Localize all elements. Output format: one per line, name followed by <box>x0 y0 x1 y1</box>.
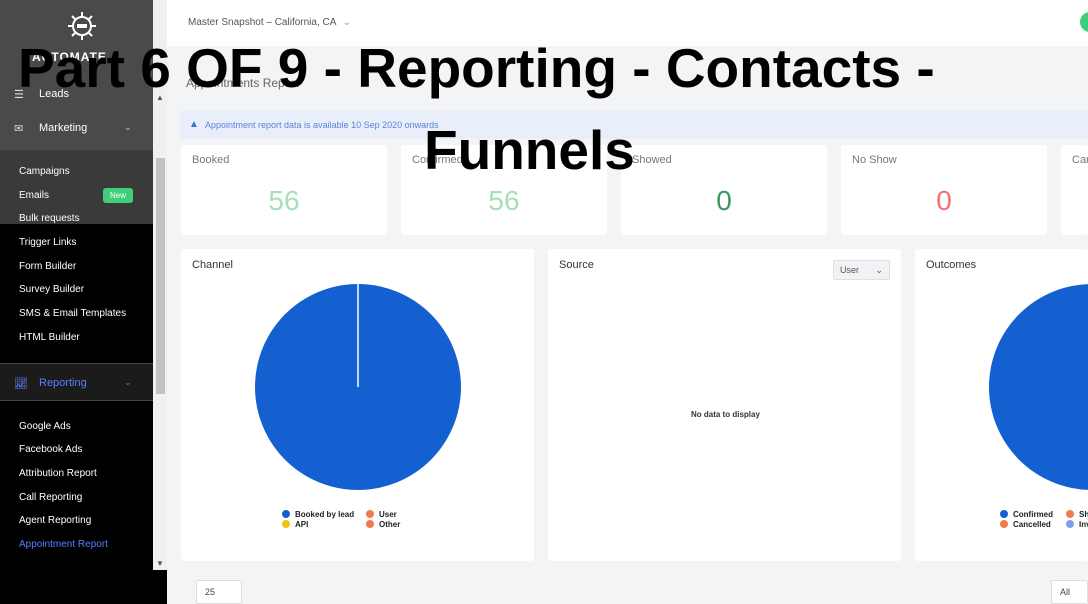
mail-icon: ✉ <box>14 122 24 135</box>
scroll-down-icon[interactable]: ▼ <box>156 559 164 568</box>
stat-value: 0 <box>936 185 952 216</box>
stat-value: 0 <box>716 185 732 216</box>
location-selector[interactable]: Master Snapshot – California, CA ⌄ <box>188 17 351 28</box>
sidebar-item-label: Reporting <box>39 377 87 389</box>
select-value: 25 <box>205 587 216 597</box>
no-data-message: No data to display <box>691 410 760 419</box>
legend-label: Other <box>379 519 401 529</box>
stat-label: Booked <box>192 154 230 166</box>
filter-select[interactable]: All <box>1051 580 1088 604</box>
source-panel <box>548 249 901 561</box>
legend-dot <box>282 510 290 518</box>
legend-item: Confirmed <box>1000 509 1053 519</box>
page-size-select[interactable]: 25 ⌄ <box>196 580 242 604</box>
sidebar-sub-agent-reporting[interactable]: Agent Reporting <box>19 514 91 528</box>
sidebar-sub-form-builder[interactable]: Form Builder <box>19 260 76 274</box>
legend-label: Sh <box>1079 509 1088 519</box>
sidebar-scrollbar-thumb[interactable] <box>156 158 165 394</box>
outcomes-pie-chart[interactable] <box>989 284 1088 490</box>
stat-label: Showed <box>632 154 672 166</box>
stat-label: Car <box>1072 154 1088 166</box>
legend-dot <box>1000 510 1008 518</box>
legend-item: Inv <box>1066 519 1088 529</box>
sidebar-sub-html-builder[interactable]: HTML Builder <box>19 331 80 345</box>
legend-dot <box>1066 510 1074 518</box>
chart-line-icon: 📈︎ <box>14 377 28 390</box>
sidebar-sub-trigger-links[interactable]: Trigger Links <box>19 236 76 250</box>
legend-label: Confirmed <box>1013 509 1053 519</box>
sidebar-sub-attribution-report[interactable]: Attribution Report <box>19 467 97 481</box>
panel-title: Channel <box>192 259 233 271</box>
sidebar-sub-call-reporting[interactable]: Call Reporting <box>19 491 82 505</box>
sidebar-sub-sms-email-templates[interactable]: SMS & Email Templates <box>19 307 126 321</box>
source-type-select[interactable]: User ⌄ <box>833 260 890 280</box>
stat-label: No Show <box>852 154 897 166</box>
stat-value: 56 <box>268 185 300 216</box>
sidebar-sub-emails[interactable]: Emails <box>19 189 49 203</box>
overlay-title-line-1: Part 6 OF 9 - Reporting - Contacts - <box>18 37 935 99</box>
warning-icon: ▲ <box>189 119 199 130</box>
legend-dot <box>366 510 374 518</box>
select-value: User <box>840 265 860 275</box>
legend-item: User <box>366 509 397 519</box>
sidebar-item-label: Marketing <box>39 122 88 134</box>
legend-label: User <box>379 509 397 519</box>
info-banner-text: Appointment report data is available 10 … <box>205 120 439 130</box>
legend-item: Cancelled <box>1000 519 1051 529</box>
legend-dot <box>282 520 290 528</box>
pie-slice-confirmed <box>989 284 1088 490</box>
panel-title: Outcomes <box>926 259 977 271</box>
legend-dot <box>1000 520 1008 528</box>
legend-item: Booked by lead <box>282 509 354 519</box>
sidebar-sub-campaigns[interactable]: Campaigns <box>19 165 70 179</box>
legend-label: Cancelled <box>1013 519 1051 529</box>
sidebar-sub-bulk-requests[interactable]: Bulk requests <box>19 212 80 226</box>
stat-value: 56 <box>488 185 520 216</box>
overlay-title-line-2: Funnels <box>424 119 635 181</box>
chevron-down-icon[interactable]: ⌄ <box>124 377 132 388</box>
new-badge: New <box>103 188 133 203</box>
channel-pie-chart[interactable] <box>255 284 461 490</box>
sidebar-sub-survey-builder[interactable]: Survey Builder <box>19 283 84 297</box>
legend-label: API <box>295 519 309 529</box>
legend-label: Inv <box>1079 519 1088 529</box>
sidebar-item-marketing[interactable]: ✉ Marketing <box>14 120 87 136</box>
chevron-down-icon: ⌄ <box>342 17 352 28</box>
legend-dot <box>1066 520 1074 528</box>
select-value: All <box>1060 587 1071 597</box>
legend-dot <box>366 520 374 528</box>
legend-label: Booked by lead <box>295 509 355 519</box>
legend-item: Sh <box>1066 509 1088 519</box>
sidebar-sub-google-ads[interactable]: Google Ads <box>19 420 71 434</box>
panel-title: Source <box>559 259 594 271</box>
chevron-down-icon[interactable]: ⌄ <box>124 122 132 133</box>
location-label: Master Snapshot – California, CA <box>188 17 336 28</box>
sidebar-item-reporting[interactable]: 📈︎ Reporting <box>14 375 87 391</box>
legend-item: Other <box>366 519 400 529</box>
legend-item: API <box>282 519 308 529</box>
sidebar-sub-appointment-report[interactable]: Appointment Report <box>19 538 108 552</box>
sidebar-sub-facebook-ads[interactable]: Facebook Ads <box>19 443 82 457</box>
chevron-down-icon: ⌄ <box>875 265 883 275</box>
